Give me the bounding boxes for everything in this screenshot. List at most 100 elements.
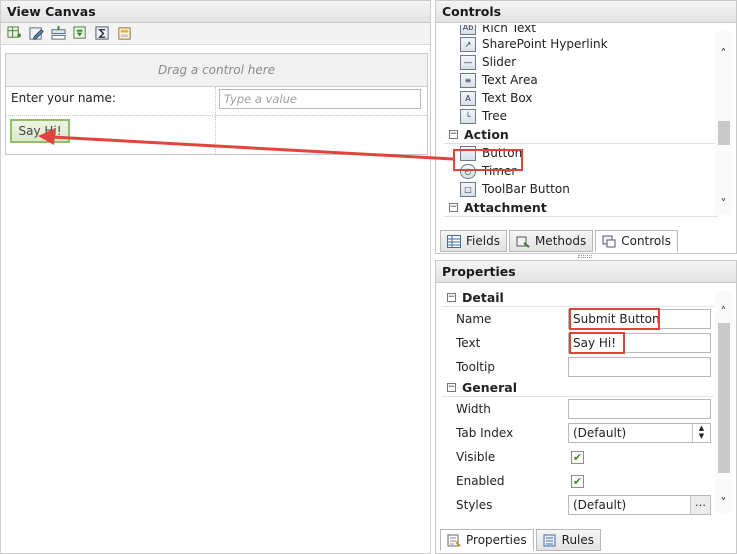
canvas-cell[interactable]: Say Hi! (6, 116, 216, 154)
control-item-text-area[interactable]: ≡ Text Area (444, 71, 718, 89)
control-item-sharepoint-hyperlink[interactable]: ↗ SharePoint Hyperlink (444, 35, 718, 53)
prop-row-tooltip: Tooltip (442, 355, 714, 379)
text-area-icon: ≡ (460, 72, 476, 88)
control-item-label: SharePoint Hyperlink (482, 37, 608, 51)
control-item-rich-text[interactable]: Ab Rich Text (444, 25, 718, 35)
tab-methods[interactable]: Methods (508, 230, 594, 252)
visible-checkbox[interactable]: ✔ (571, 450, 584, 464)
tab-label: Controls (621, 234, 671, 248)
tab-label: Fields (466, 234, 500, 248)
category-attachment[interactable]: − Attachment (444, 198, 718, 217)
control-item-label: Slider (482, 55, 517, 69)
scroll-down-icon[interactable]: ˅ (715, 496, 732, 510)
prop-row-width: Width (442, 397, 714, 421)
scroll-thumb[interactable] (718, 121, 730, 145)
layout-icon[interactable] (115, 25, 133, 43)
name-field[interactable]: Submit Button (568, 309, 711, 329)
tooltip-field[interactable] (568, 357, 711, 377)
prop-label: Text (456, 336, 481, 350)
control-item-label: Button (482, 146, 523, 160)
prop-label: Name (456, 312, 492, 326)
tab-label: Methods (534, 234, 587, 248)
drop-zone[interactable]: Drag a control here (6, 54, 427, 87)
prop-label: Visible (456, 450, 496, 464)
panel-splitter[interactable] (578, 255, 592, 258)
scroll-down-icon[interactable]: ˅ (715, 197, 732, 211)
width-field[interactable] (568, 399, 711, 419)
control-item-timer[interactable]: ◴ Timer (444, 162, 718, 180)
properties-panel: Properties − Detail Name Submit Button T… (435, 260, 737, 554)
control-item-label: Text Area (482, 73, 538, 87)
tab-index-value: (Default) (573, 426, 627, 440)
scroll-up-icon[interactable]: ˄ (715, 47, 732, 61)
properties-scrollbar[interactable]: ˄ ˅ (715, 291, 732, 513)
collapse-icon[interactable]: − (447, 293, 456, 302)
text-box-icon: A (460, 90, 476, 106)
control-item-button[interactable]: Button (444, 144, 718, 162)
text-field[interactable]: Say Hi! (568, 333, 711, 353)
edit-form-icon[interactable] (27, 25, 45, 43)
controls-scrollbar[interactable]: ˄ ˅ (715, 31, 732, 215)
category-detail[interactable]: − Detail (442, 289, 714, 307)
canvas-row: Enter your name: Type a value (6, 87, 427, 116)
name-input[interactable]: Type a value (219, 89, 421, 109)
collapse-icon[interactable]: − (449, 202, 458, 212)
rule-icon[interactable] (71, 25, 89, 43)
styles-field[interactable]: (Default) … (568, 495, 711, 515)
sigma-icon[interactable] (93, 25, 111, 43)
properties-tabbar: Properties Rules (440, 529, 602, 551)
controls-icon (602, 235, 616, 247)
timer-icon: ◴ (460, 163, 476, 179)
control-item-text-box[interactable]: A Text Box (444, 89, 718, 107)
add-row-icon[interactable] (5, 25, 23, 43)
category-action[interactable]: − Action (444, 125, 718, 144)
prop-label: Tooltip (456, 360, 495, 374)
insert-row-icon[interactable] (49, 25, 67, 43)
prop-label: Styles (456, 498, 493, 512)
prop-row-styles: Styles (Default) … (442, 493, 714, 517)
tab-label: Rules (561, 533, 595, 547)
tab-properties[interactable]: Properties (440, 529, 534, 551)
category-label: Action (464, 126, 509, 142)
say-hi-button[interactable]: Say Hi! (10, 119, 70, 143)
controls-list: Ab Rich Text ↗ SharePoint Hyperlink ― Sl… (444, 25, 718, 225)
tab-index-field[interactable]: (Default) ▲ ▼ (568, 423, 711, 443)
tab-fields[interactable]: Fields (440, 230, 507, 252)
hyperlink-icon: ↗ (460, 36, 476, 52)
tree-icon: └ (460, 108, 476, 124)
scroll-thumb[interactable] (718, 323, 730, 473)
control-item-label: Text Box (482, 91, 533, 105)
collapse-icon[interactable]: − (449, 129, 458, 139)
controls-panel: Controls Ab Rich Text ↗ SharePoint Hyper… (435, 0, 737, 254)
prop-label: Enabled (456, 474, 505, 488)
category-label: Detail (462, 290, 504, 305)
button-icon (460, 145, 476, 161)
form-canvas: Drag a control here Enter your name: Typ… (5, 53, 428, 155)
tab-label: Properties (466, 533, 527, 547)
properties-grid: − Detail Name Submit Button Text Say Hi!… (442, 289, 714, 527)
controls-title: Controls (436, 1, 736, 23)
prop-row-name: Name Submit Button (442, 307, 714, 331)
view-canvas-title: View Canvas (1, 1, 430, 23)
scroll-up-icon[interactable]: ˄ (715, 305, 732, 319)
prop-row-visible: Visible ✔ (442, 445, 714, 469)
control-item-label: Rich Text (482, 25, 536, 35)
canvas-cell[interactable]: Type a value (216, 87, 427, 115)
category-label: General (462, 380, 517, 395)
tab-controls[interactable]: Controls (595, 230, 678, 252)
prop-row-enabled: Enabled ✔ (442, 469, 714, 493)
category-general[interactable]: − General (442, 379, 714, 397)
name-label: Enter your name: (11, 91, 116, 105)
view-canvas-panel: View Canvas Drag a control here Enter yo… (0, 0, 431, 554)
spinner-icon[interactable]: ▲ ▼ (692, 424, 710, 442)
canvas-cell[interactable]: Enter your name: (6, 87, 216, 115)
control-item-slider[interactable]: ― Slider (444, 53, 718, 71)
canvas-cell[interactable] (216, 116, 427, 154)
control-item-tree[interactable]: └ Tree (444, 107, 718, 125)
collapse-icon[interactable]: − (447, 383, 456, 392)
tab-rules[interactable]: Rules (535, 529, 602, 551)
enabled-checkbox[interactable]: ✔ (571, 474, 584, 488)
control-item-toolbar-button[interactable]: □ ToolBar Button (444, 180, 718, 198)
ellipsis-icon[interactable]: … (690, 496, 710, 514)
control-item-label: ToolBar Button (482, 182, 570, 196)
